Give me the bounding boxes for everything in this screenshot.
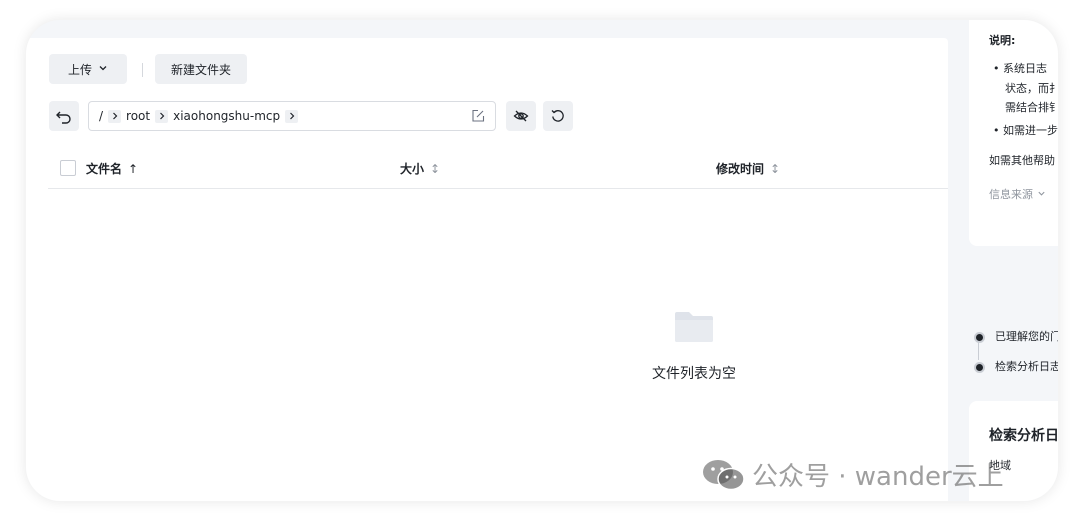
breadcrumb-item-root[interactable]: root xyxy=(126,109,150,123)
answer-help-text: 如需其他帮助 xyxy=(989,154,1055,167)
sort-icon: ↕ xyxy=(770,162,781,176)
column-filename-label: 文件名 xyxy=(86,162,123,176)
column-size[interactable]: 大小 ↕ xyxy=(400,160,440,177)
undo-icon xyxy=(56,111,71,124)
empty-folder-icon xyxy=(675,312,713,346)
answer-bullet-2: • 如需进一步 xyxy=(993,124,1058,137)
watermark-text: 公众号 · wander云上 xyxy=(752,462,1004,492)
chevron-down-icon xyxy=(1037,191,1045,196)
path-input[interactable]: / root xiaohongshu-mcp xyxy=(88,101,496,131)
edit-path-icon[interactable] xyxy=(471,109,485,126)
step-dot-icon xyxy=(974,331,985,343)
answer-bullet-1-line-3: 需结合排钅 xyxy=(1005,101,1058,114)
toolbar-divider xyxy=(142,63,143,77)
chevron-right-icon xyxy=(108,109,122,123)
eye-off-icon xyxy=(513,110,529,122)
step-item: 已理解您的门 xyxy=(974,328,1058,344)
search-card-title: 检索分析日 xyxy=(989,428,1058,444)
empty-state-text: 文件列表为空 xyxy=(652,366,736,382)
info-source-toggle[interactable]: 信息来源 xyxy=(989,186,1046,202)
chevron-right-icon xyxy=(285,109,299,123)
watermark: 公众号 · wander云上 xyxy=(702,456,1004,493)
upload-button[interactable]: 上传 xyxy=(49,54,127,84)
new-folder-button[interactable]: 新建文件夹 xyxy=(155,54,247,84)
assistant-answer-card: 说明: • 系统日志 状态，而扌 需结合排钅 • 如需进一步 如需其他帮助 信息… xyxy=(969,20,1058,246)
answer-title: 说明: xyxy=(989,34,1016,47)
file-browser: 上传 新建文件夹 / root xiaohongshu-mcp 文件名 ↑ 大小… xyxy=(26,38,948,501)
wechat-icon xyxy=(703,459,745,490)
column-filename[interactable]: 文件名 ↑ xyxy=(86,160,138,177)
step-dot-icon xyxy=(974,361,985,373)
step-item: 检索分析日志 xyxy=(974,358,1058,374)
chevron-right-icon xyxy=(155,109,169,123)
sort-icon: ↕ xyxy=(430,162,441,176)
back-button[interactable] xyxy=(49,101,79,131)
column-modified-label: 修改时间 xyxy=(716,162,765,176)
upload-label: 上传 xyxy=(67,62,92,77)
breadcrumb-root[interactable]: / xyxy=(99,109,103,123)
app-frame: 上传 新建文件夹 / root xiaohongshu-mcp 文件名 ↑ 大小… xyxy=(26,20,1058,501)
column-size-label: 大小 xyxy=(400,162,425,176)
column-modified[interactable]: 修改时间 ↕ xyxy=(716,160,780,177)
select-all-checkbox[interactable] xyxy=(60,160,76,176)
sort-asc-icon: ↑ xyxy=(128,162,139,176)
answer-bullet-1: • 系统日志 xyxy=(993,62,1047,75)
refresh-button[interactable] xyxy=(543,101,573,131)
refresh-icon xyxy=(551,110,564,122)
table-header: 文件名 ↑ 大小 ↕ 修改时间 ↕ xyxy=(48,156,948,189)
toggle-hidden-button[interactable] xyxy=(506,101,536,131)
chevron-down-icon xyxy=(98,63,108,76)
breadcrumb-item-folder[interactable]: xiaohongshu-mcp xyxy=(173,109,280,123)
answer-bullet-1-line-2: 状态，而扌 xyxy=(1005,82,1058,95)
